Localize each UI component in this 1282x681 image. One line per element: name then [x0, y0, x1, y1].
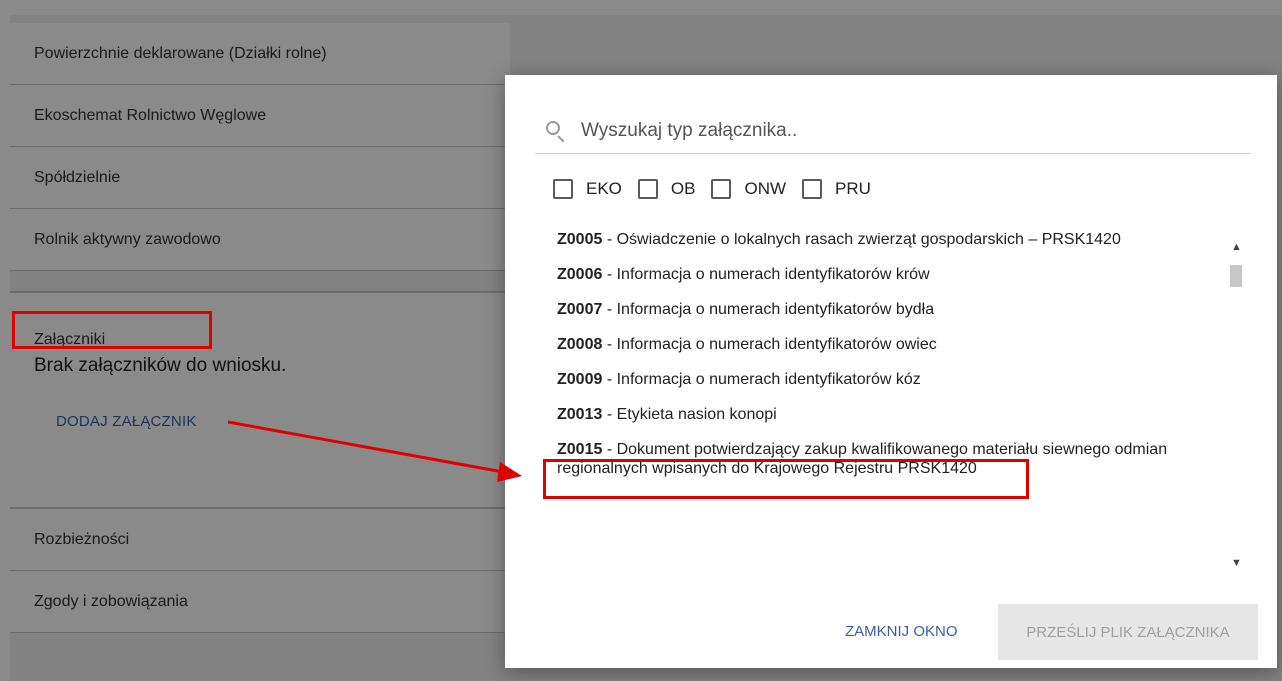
annotation-arrow-icon [227, 420, 522, 482]
